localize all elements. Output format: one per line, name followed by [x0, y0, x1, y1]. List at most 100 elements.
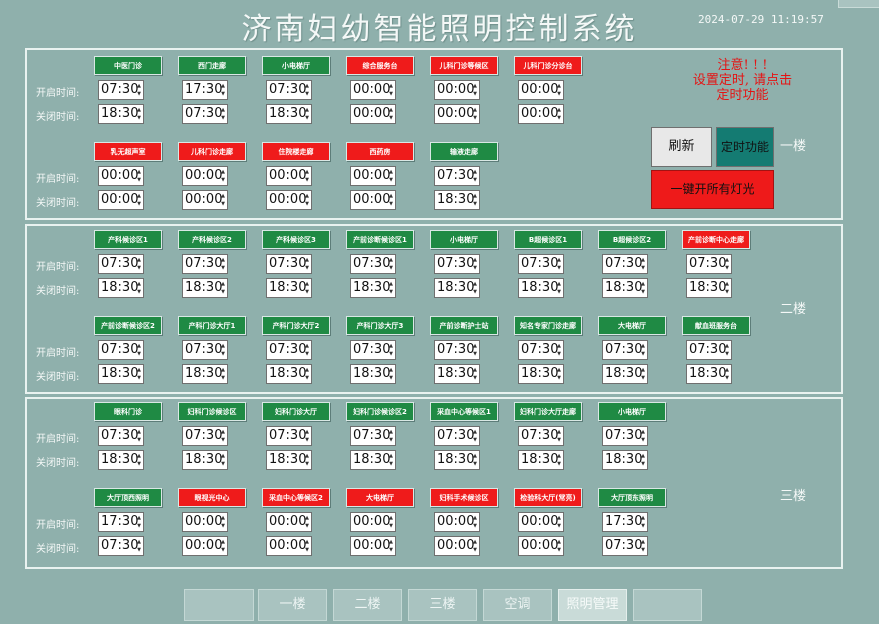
spinner-arrows-icon[interactable]: ▲ ▼: [220, 538, 226, 554]
close-time-input[interactable]: 18:30 ▲ ▼: [266, 278, 312, 298]
spinner-arrows-icon[interactable]: ▲ ▼: [472, 192, 478, 208]
close-time-input[interactable]: 18:30 ▲ ▼: [98, 278, 144, 298]
close-time-input[interactable]: 00:00 ▲ ▼: [182, 536, 228, 556]
open-time-input[interactable]: 07:30 ▲ ▼: [518, 340, 564, 360]
spinner-arrows-icon[interactable]: ▲ ▼: [304, 366, 310, 382]
open-time-input[interactable]: 07:30 ▲ ▼: [266, 426, 312, 446]
zone-toggle-button[interactable]: B超候诊区2: [598, 230, 666, 249]
spinner-arrows-icon[interactable]: ▲ ▼: [640, 280, 646, 296]
refresh-button[interactable]: 刷新: [651, 127, 712, 167]
spinner-arrows-icon[interactable]: ▲ ▼: [136, 280, 142, 296]
spinner-arrows-icon[interactable]: ▲ ▼: [640, 366, 646, 382]
spinner-arrows-icon[interactable]: ▲ ▼: [556, 280, 562, 296]
spinner-arrows-icon[interactable]: ▲ ▼: [136, 168, 142, 184]
open-time-input[interactable]: 07:30 ▲ ▼: [182, 426, 228, 446]
zone-toggle-button[interactable]: 眼科门诊: [94, 402, 162, 421]
close-time-input[interactable]: 18:30 ▲ ▼: [686, 278, 732, 298]
spinner-arrows-icon[interactable]: ▲ ▼: [388, 192, 394, 208]
open-time-input[interactable]: 07:30 ▲ ▼: [602, 254, 648, 274]
spinner-arrows-icon[interactable]: ▲ ▼: [724, 342, 730, 358]
open-time-input[interactable]: 07:30 ▲ ▼: [182, 254, 228, 274]
spinner-arrows-icon[interactable]: ▲ ▼: [388, 452, 394, 468]
spinner-arrows-icon[interactable]: ▲ ▼: [472, 280, 478, 296]
zone-toggle-button[interactable]: 妇科手术候诊区: [430, 488, 498, 507]
zone-toggle-button[interactable]: 采血中心等候区2: [262, 488, 330, 507]
spinner-arrows-icon[interactable]: ▲ ▼: [472, 82, 478, 98]
zone-toggle-button[interactable]: 西门走廊: [178, 56, 246, 75]
close-time-input[interactable]: 18:30 ▲ ▼: [434, 364, 480, 384]
zone-toggle-button[interactable]: 妇科门诊候诊区: [178, 402, 246, 421]
spinner-arrows-icon[interactable]: ▲ ▼: [220, 366, 226, 382]
zone-toggle-button[interactable]: 眼视光中心: [178, 488, 246, 507]
open-time-input[interactable]: 17:30 ▲ ▼: [98, 512, 144, 532]
spinner-arrows-icon[interactable]: ▲ ▼: [388, 538, 394, 554]
zone-toggle-button[interactable]: 产科候诊区2: [178, 230, 246, 249]
zone-toggle-button[interactable]: 产科门诊大厅3: [346, 316, 414, 335]
close-time-input[interactable]: 07:30 ▲ ▼: [182, 104, 228, 124]
spinner-arrows-icon[interactable]: ▲ ▼: [220, 514, 226, 530]
zone-toggle-button[interactable]: 献血班服务台: [682, 316, 750, 335]
open-time-input[interactable]: 07:30 ▲ ▼: [98, 426, 144, 446]
spinner-arrows-icon[interactable]: ▲ ▼: [472, 256, 478, 272]
open-time-input[interactable]: 07:30 ▲ ▼: [434, 340, 480, 360]
nav-button-4[interactable]: 空调: [483, 589, 552, 621]
spinner-arrows-icon[interactable]: ▲ ▼: [136, 428, 142, 444]
close-time-input[interactable]: 00:00 ▲ ▼: [350, 536, 396, 556]
zone-toggle-button[interactable]: 知名专家门诊走廊: [514, 316, 582, 335]
zone-toggle-button[interactable]: 小电梯厅: [598, 402, 666, 421]
close-time-input[interactable]: 00:00 ▲ ▼: [350, 104, 396, 124]
close-time-input[interactable]: 18:30 ▲ ▼: [434, 450, 480, 470]
zone-toggle-button[interactable]: 儿科门诊走廊: [178, 142, 246, 161]
spinner-arrows-icon[interactable]: ▲ ▼: [220, 428, 226, 444]
open-time-input[interactable]: 00:00 ▲ ▼: [434, 512, 480, 532]
open-time-input[interactable]: 17:30 ▲ ▼: [182, 80, 228, 100]
close-time-input[interactable]: 18:30 ▲ ▼: [350, 450, 396, 470]
close-time-input[interactable]: 18:30 ▲ ▼: [434, 190, 480, 210]
spinner-arrows-icon[interactable]: ▲ ▼: [220, 452, 226, 468]
close-time-input[interactable]: 00:00 ▲ ▼: [98, 190, 144, 210]
spinner-arrows-icon[interactable]: ▲ ▼: [136, 106, 142, 122]
close-time-input[interactable]: 18:30 ▲ ▼: [350, 364, 396, 384]
zone-toggle-button[interactable]: 输液走廊: [430, 142, 498, 161]
open-time-input[interactable]: 17:30 ▲ ▼: [602, 512, 648, 532]
open-time-input[interactable]: 00:00 ▲ ▼: [266, 166, 312, 186]
spinner-arrows-icon[interactable]: ▲ ▼: [556, 366, 562, 382]
close-time-input[interactable]: 00:00 ▲ ▼: [266, 536, 312, 556]
zone-toggle-button[interactable]: 产科候诊区1: [94, 230, 162, 249]
spinner-arrows-icon[interactable]: ▲ ▼: [220, 256, 226, 272]
open-time-input[interactable]: 07:30 ▲ ▼: [434, 254, 480, 274]
close-time-input[interactable]: 18:30 ▲ ▼: [182, 278, 228, 298]
zone-toggle-button[interactable]: 妇科门诊大厅: [262, 402, 330, 421]
zone-toggle-button[interactable]: 产前诊断中心走廊: [682, 230, 750, 249]
close-time-input[interactable]: 18:30 ▲ ▼: [182, 364, 228, 384]
spinner-arrows-icon[interactable]: ▲ ▼: [136, 538, 142, 554]
zone-toggle-button[interactable]: 产前诊断候诊区2: [94, 316, 162, 335]
spinner-arrows-icon[interactable]: ▲ ▼: [136, 366, 142, 382]
close-time-input[interactable]: 18:30 ▲ ▼: [686, 364, 732, 384]
spinner-arrows-icon[interactable]: ▲ ▼: [556, 106, 562, 122]
zone-toggle-button[interactable]: 采血中心等候区1: [430, 402, 498, 421]
spinner-arrows-icon[interactable]: ▲ ▼: [472, 342, 478, 358]
spinner-arrows-icon[interactable]: ▲ ▼: [472, 106, 478, 122]
spinner-arrows-icon[interactable]: ▲ ▼: [556, 428, 562, 444]
spinner-arrows-icon[interactable]: ▲ ▼: [220, 106, 226, 122]
open-time-input[interactable]: 00:00 ▲ ▼: [350, 80, 396, 100]
zone-toggle-button[interactable]: 妇科门诊候诊区2: [346, 402, 414, 421]
close-time-input[interactable]: 00:00 ▲ ▼: [518, 536, 564, 556]
open-time-input[interactable]: 07:30 ▲ ▼: [350, 254, 396, 274]
close-time-input[interactable]: 00:00 ▲ ▼: [266, 190, 312, 210]
spinner-arrows-icon[interactable]: ▲ ▼: [136, 514, 142, 530]
open-time-input[interactable]: 07:30 ▲ ▼: [434, 426, 480, 446]
spinner-arrows-icon[interactable]: ▲ ▼: [556, 82, 562, 98]
spinner-arrows-icon[interactable]: ▲ ▼: [388, 366, 394, 382]
close-time-input[interactable]: 18:30 ▲ ▼: [266, 450, 312, 470]
spinner-arrows-icon[interactable]: ▲ ▼: [640, 428, 646, 444]
open-time-input[interactable]: 07:30 ▲ ▼: [98, 80, 144, 100]
spinner-arrows-icon[interactable]: ▲ ▼: [220, 342, 226, 358]
spinner-arrows-icon[interactable]: ▲ ▼: [640, 514, 646, 530]
open-time-input[interactable]: 07:30 ▲ ▼: [686, 340, 732, 360]
close-time-input[interactable]: 18:30 ▲ ▼: [602, 364, 648, 384]
spinner-arrows-icon[interactable]: ▲ ▼: [220, 192, 226, 208]
open-time-input[interactable]: 07:30 ▲ ▼: [98, 254, 144, 274]
spinner-arrows-icon[interactable]: ▲ ▼: [724, 256, 730, 272]
